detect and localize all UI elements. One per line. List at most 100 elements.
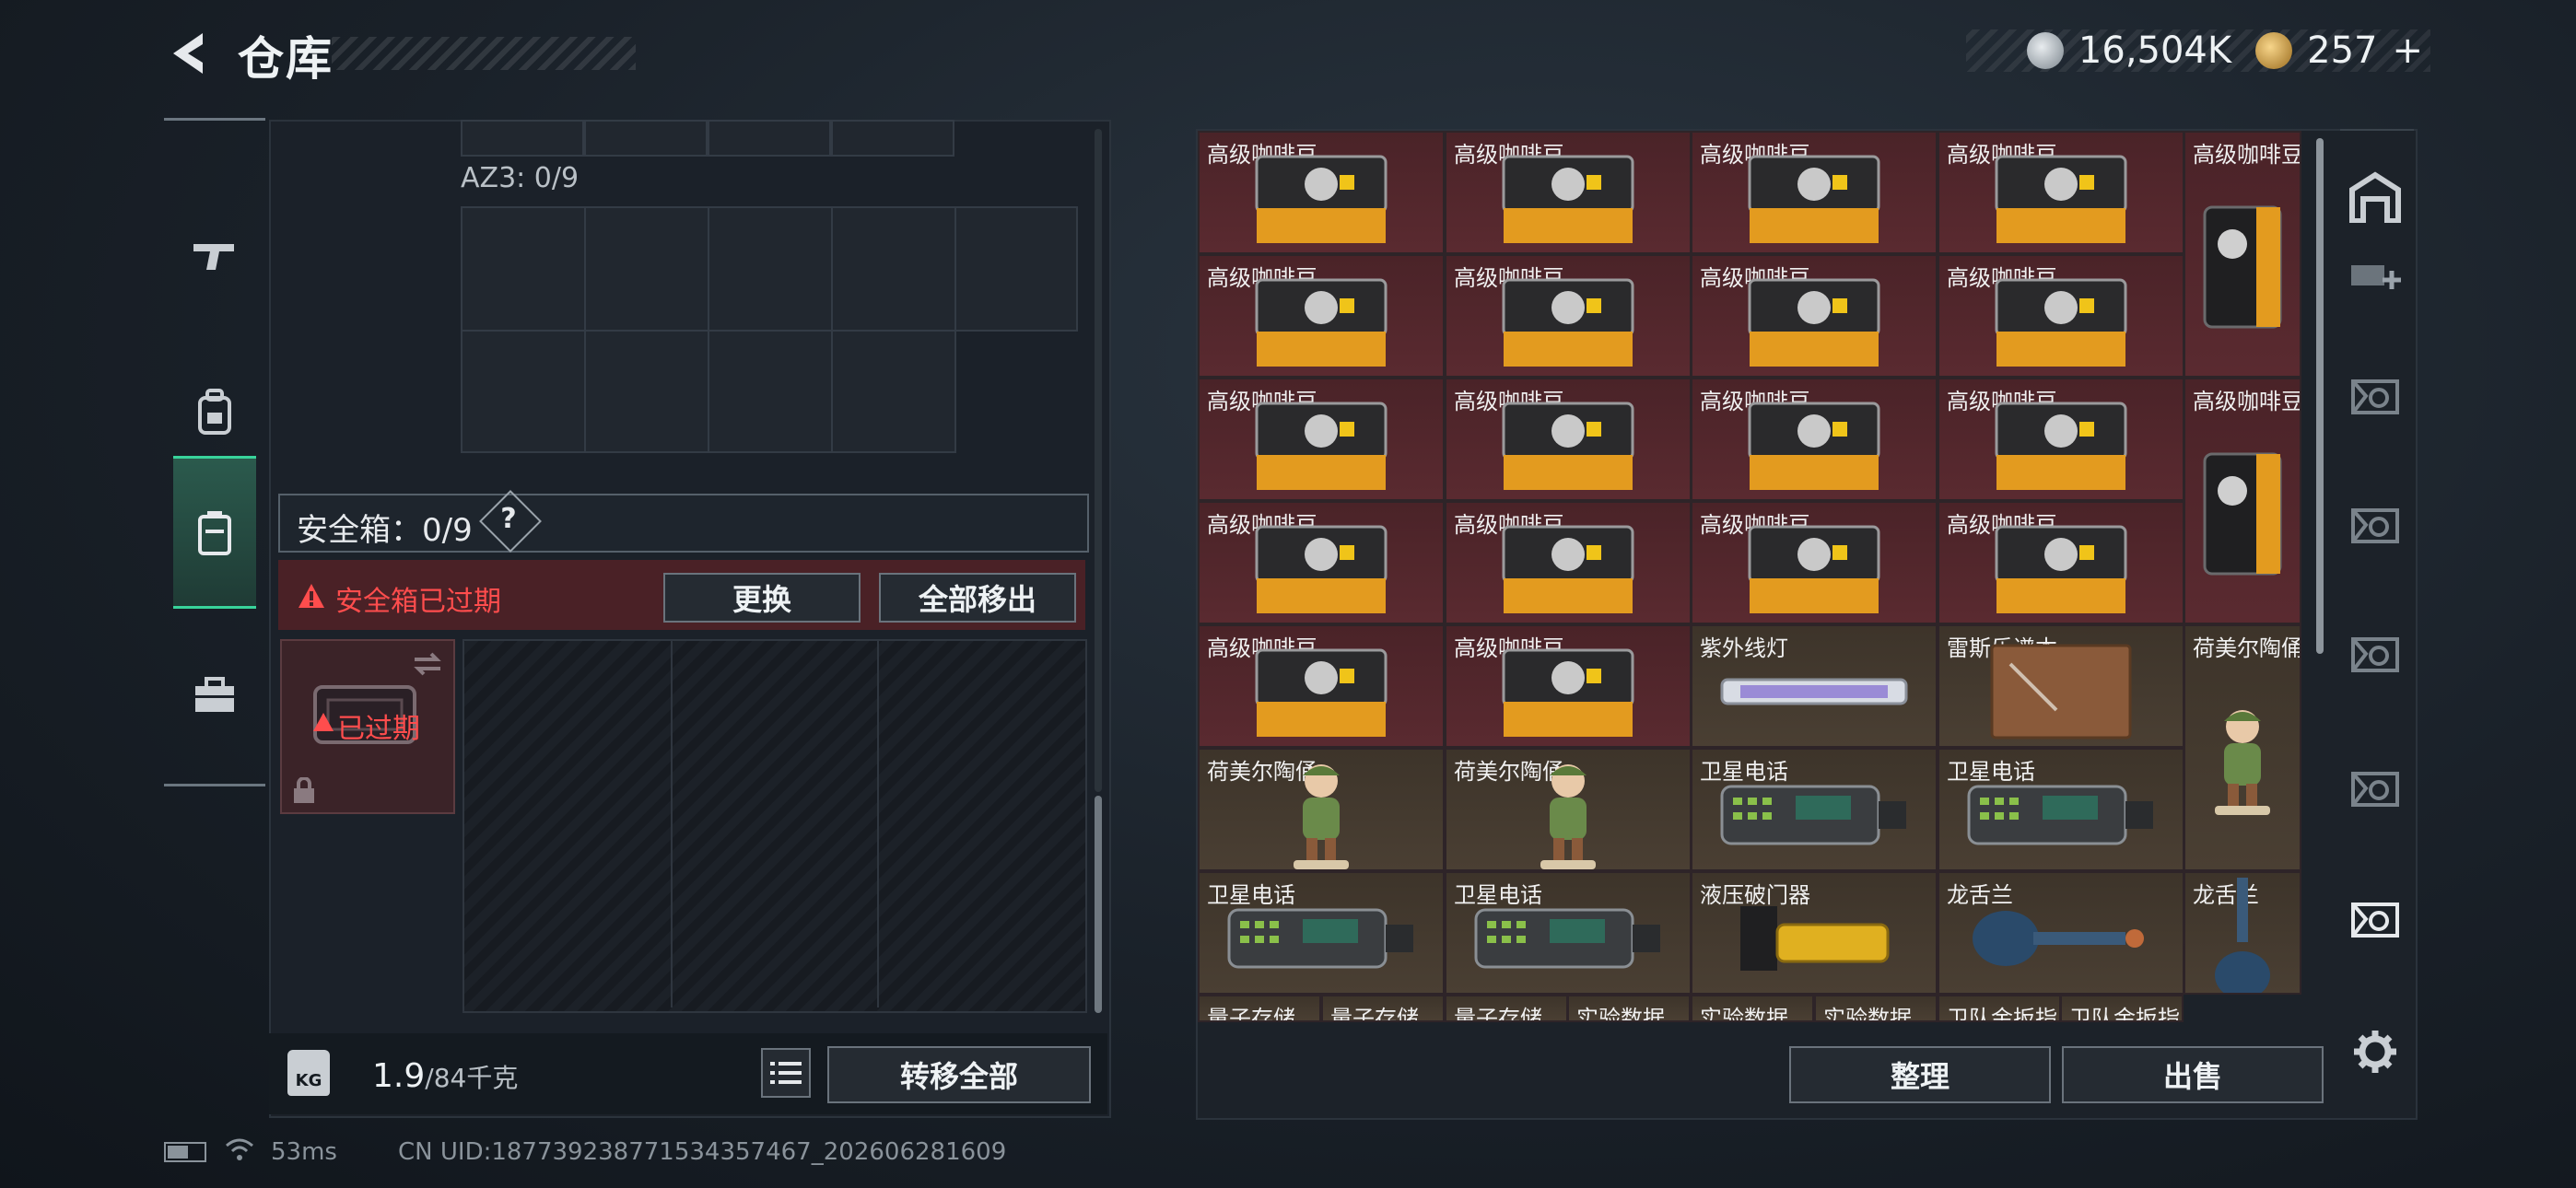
inventory-item[interactable]: 龙舌兰 bbox=[2184, 871, 2301, 995]
inventory-item[interactable]: 高级咖啡豆 bbox=[1445, 624, 1692, 748]
tab-weapons[interactable] bbox=[173, 181, 256, 329]
inventory-item[interactable]: 高级咖啡豆 bbox=[1198, 624, 1445, 748]
figurine-icon bbox=[1522, 755, 1614, 869]
replace-button[interactable]: 更换 bbox=[663, 573, 861, 623]
container-icon bbox=[198, 511, 231, 555]
inventory-item[interactable]: 雷斯乐谱本 bbox=[1938, 624, 2184, 748]
sat-phone-icon bbox=[1220, 897, 1423, 984]
settings-button[interactable] bbox=[2348, 1024, 2403, 1079]
item-name: 量子存储 bbox=[1330, 1006, 1419, 1022]
swap-icon[interactable] bbox=[411, 650, 444, 678]
inventory-item[interactable]: 高级咖啡豆 bbox=[1445, 378, 1692, 501]
warehouse-tab-4[interactable] bbox=[2348, 761, 2403, 816]
storage-tab[interactable] bbox=[2348, 169, 2403, 225]
item-name: 高级咖啡豆 bbox=[2193, 142, 2301, 168]
inventory-item[interactable]: 实验数据 bbox=[1567, 995, 1691, 1022]
transfer-all-button[interactable]: 转移全部 bbox=[827, 1046, 1091, 1103]
gear-icon bbox=[2354, 1031, 2396, 1073]
grid-cell[interactable] bbox=[584, 330, 709, 453]
lock-icon bbox=[294, 777, 314, 803]
inventory-item[interactable]: 卫星电话 bbox=[1691, 748, 1938, 871]
list-view-button[interactable] bbox=[761, 1048, 811, 1098]
toolbox-icon bbox=[195, 677, 234, 712]
inventory-item[interactable]: 高级咖啡豆 bbox=[1938, 501, 2184, 624]
inventory-item[interactable]: 高级咖啡豆 bbox=[2184, 131, 2301, 378]
grid-cell[interactable] bbox=[461, 330, 586, 453]
inventory-item[interactable]: 高级咖啡豆 bbox=[1691, 254, 1938, 378]
inventory-item[interactable]: 高级咖啡豆 bbox=[1445, 131, 1692, 254]
grid-cell[interactable] bbox=[831, 206, 956, 332]
back-button[interactable] bbox=[164, 28, 212, 79]
inventory-item[interactable]: 高级咖啡豆 bbox=[1938, 378, 2184, 501]
grid-cell[interactable] bbox=[708, 206, 833, 332]
silver-currency-value: 16,504K bbox=[2078, 29, 2232, 72]
inventory-item[interactable]: 高级咖啡豆 bbox=[1938, 131, 2184, 254]
inventory-item[interactable]: 荷美尔陶俑 bbox=[1445, 748, 1692, 871]
inventory-item[interactable]: 高级咖啡豆 bbox=[1445, 254, 1692, 378]
inventory-item[interactable]: 高级咖啡豆 bbox=[1445, 501, 1692, 624]
inventory-item[interactable]: 卫星电话 bbox=[1938, 748, 2184, 871]
inventory-item[interactable]: 高级咖啡豆 bbox=[1198, 254, 1445, 378]
weight-max: /84千克 bbox=[425, 1063, 519, 1093]
weight-value: 1.9 bbox=[372, 1057, 426, 1095]
warehouse-tab-2[interactable] bbox=[2348, 497, 2403, 553]
left-scrollbar[interactable] bbox=[1095, 796, 1102, 1013]
grid-cell[interactable] bbox=[584, 120, 708, 157]
add-storage-tab[interactable] bbox=[2348, 249, 2403, 304]
category-rail bbox=[164, 118, 265, 786]
inventory-item[interactable]: 卫星电话 bbox=[1445, 871, 1692, 995]
inventory-item[interactable]: 高级咖啡豆 bbox=[1198, 501, 1445, 624]
breacher-icon bbox=[1722, 888, 1906, 993]
inventory-item[interactable]: 卫队金扳指 bbox=[2060, 995, 2184, 1022]
warehouse-tab-1[interactable] bbox=[2348, 368, 2403, 424]
grid-cell[interactable] bbox=[831, 120, 954, 157]
inventory-item[interactable]: 实验数据 bbox=[1691, 995, 1814, 1022]
inventory-item[interactable]: 高级咖啡豆 bbox=[1198, 131, 1445, 254]
expired-badge: 已过期 bbox=[337, 713, 420, 745]
inventory-item[interactable]: 高级咖啡豆 bbox=[1691, 501, 1938, 624]
inventory-item[interactable]: 液压破门器 bbox=[1691, 871, 1938, 995]
inventory-item[interactable]: 紫外线灯 bbox=[1691, 624, 1938, 748]
inventory-item[interactable]: 卫星电话 bbox=[1198, 871, 1445, 995]
inventory-item[interactable]: 量子存储 bbox=[1321, 995, 1445, 1022]
coffee-bag-icon bbox=[1740, 271, 1888, 376]
grid-cell[interactable] bbox=[831, 330, 956, 453]
grid-cell[interactable] bbox=[461, 120, 584, 157]
coffee-bag-icon bbox=[1987, 394, 2135, 499]
page-title: 仓库 bbox=[238, 32, 334, 86]
inventory-item[interactable]: 实验数据 bbox=[1814, 995, 1938, 1022]
inventory-scrollbar[interactable] bbox=[2316, 138, 2324, 654]
sat-phone-icon bbox=[1467, 897, 1669, 984]
inventory-item[interactable]: 卫队金扳指 bbox=[1938, 995, 2061, 1022]
grid-cell[interactable] bbox=[584, 206, 709, 332]
inventory-item[interactable]: 荷美尔陶俑 bbox=[2184, 624, 2301, 871]
add-currency-button[interactable]: + bbox=[2392, 29, 2423, 72]
tab-toolbox[interactable] bbox=[173, 622, 256, 769]
grid-cell[interactable] bbox=[708, 120, 831, 157]
move-all-out-button[interactable]: 全部移出 bbox=[879, 573, 1076, 623]
backpack-icon bbox=[198, 389, 231, 435]
grid-cell[interactable] bbox=[461, 206, 586, 332]
inventory-item[interactable]: 高级咖啡豆 bbox=[2184, 378, 2301, 624]
silver-coin-icon bbox=[2026, 32, 2064, 69]
inventory-item[interactable]: 高级咖啡豆 bbox=[1691, 378, 1938, 501]
uv-lamp-icon bbox=[1713, 659, 1915, 728]
inventory-item[interactable]: 量子存储 bbox=[1198, 995, 1321, 1022]
inventory-item[interactable]: 高级咖啡豆 bbox=[1938, 254, 2184, 378]
crate-icon bbox=[2351, 508, 2399, 543]
sell-button[interactable]: 出售 bbox=[2062, 1046, 2324, 1103]
grid-cell[interactable] bbox=[708, 330, 833, 453]
warehouse-tab-5[interactable] bbox=[2348, 891, 2403, 947]
crate-icon bbox=[2351, 379, 2399, 414]
inventory-item[interactable]: 量子存储 bbox=[1445, 995, 1568, 1022]
inventory-item[interactable]: 荷美尔陶俑 bbox=[1198, 748, 1445, 871]
tab-containers[interactable] bbox=[173, 456, 256, 609]
tequila-icon bbox=[1960, 897, 2162, 984]
warehouse-tab-3[interactable] bbox=[2348, 626, 2403, 681]
inventory-item[interactable]: 高级咖啡豆 bbox=[1691, 131, 1938, 254]
grid-cell[interactable] bbox=[954, 206, 1078, 332]
inventory-item[interactable]: 高级咖啡豆 bbox=[1198, 378, 1445, 501]
inventory-item[interactable]: 龙舌兰 bbox=[1938, 871, 2184, 995]
safebox-grid[interactable] bbox=[463, 639, 1087, 1013]
sort-button[interactable]: 整理 bbox=[1789, 1046, 2051, 1103]
